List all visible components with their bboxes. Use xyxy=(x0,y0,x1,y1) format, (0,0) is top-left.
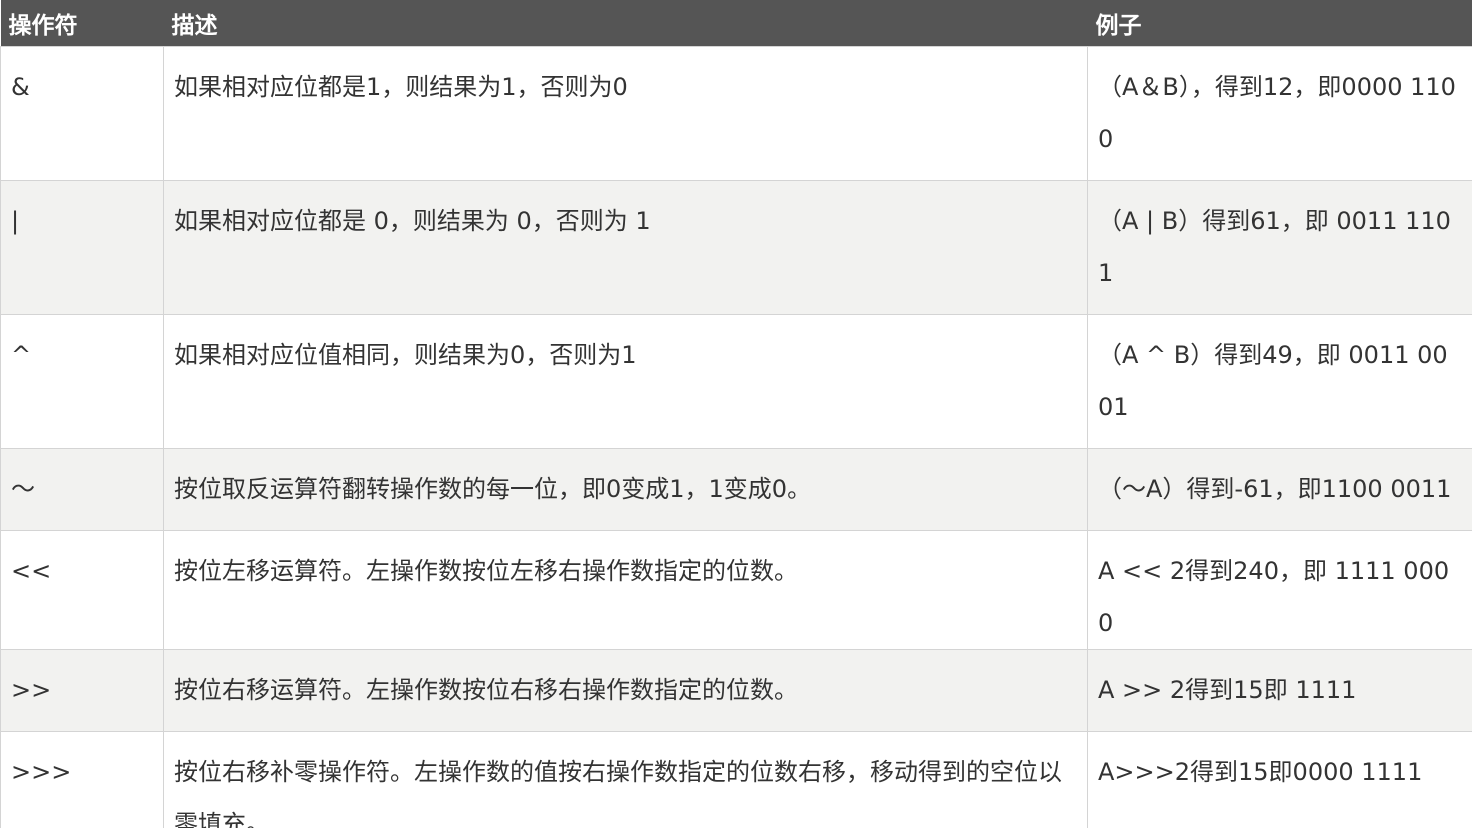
table-row: ^ 如果相对应位值相同，则结果为0，否则为1 （A ^ B）得到49，即 001… xyxy=(0,313,1472,449)
example-cell: （A＆B），得到12，即0000 1100 xyxy=(1087,45,1472,181)
table-header: 操作符 描述 例子 xyxy=(0,0,1472,46)
description-cell: 如果相对应位都是 0，则结果为 0，否则为 1 xyxy=(163,179,1088,315)
example-cell: （A | B）得到61，即 0011 1101 xyxy=(1087,179,1472,315)
operator-cell: & xyxy=(0,45,164,181)
header-operator: 操作符 xyxy=(8,12,78,39)
bitwise-operators-table: 操作符 描述 例子 & 如果相对应位都是1，则结果为1，否则为0 （A＆B），得… xyxy=(0,0,1472,828)
description-cell: 按位右移运算符。左操作数按位右移右操作数指定的位数。 xyxy=(163,648,1088,732)
example-cell: A << 2得到240，即 1111 0000 xyxy=(1087,529,1472,650)
table-row: >> 按位右移运算符。左操作数按位右移右操作数指定的位数。 A >> 2得到15… xyxy=(0,648,1472,732)
operator-cell: << xyxy=(0,529,164,650)
table-row: & 如果相对应位都是1，则结果为1，否则为0 （A＆B），得到12，即0000 … xyxy=(0,45,1472,181)
header-description: 描述 xyxy=(171,12,218,39)
table-row: 〜 按位取反运算符翻转操作数的每一位，即0变成1，1变成0。 （〜A）得到-61… xyxy=(0,447,1472,531)
operator-cell: | xyxy=(0,179,164,315)
example-cell: （A ^ B）得到49，即 0011 0001 xyxy=(1087,313,1472,449)
operator-cell: 〜 xyxy=(0,447,164,531)
description-cell: 如果相对应位都是1，则结果为1，否则为0 xyxy=(163,45,1088,181)
operator-cell: >>> xyxy=(0,730,164,828)
example-cell: A>>>2得到15即0000 1111 xyxy=(1087,730,1472,828)
example-cell: （〜A）得到-61，即1100 0011 xyxy=(1087,447,1472,531)
description-cell: 按位取反运算符翻转操作数的每一位，即0变成1，1变成0。 xyxy=(163,447,1088,531)
description-cell: 按位左移运算符。左操作数按位左移右操作数指定的位数。 xyxy=(163,529,1088,650)
description-cell: 如果相对应位值相同，则结果为0，否则为1 xyxy=(163,313,1088,449)
description-cell: 按位右移补零操作符。左操作数的值按右操作数指定的位数右移，移动得到的空位以零填充… xyxy=(163,730,1088,828)
operator-cell: >> xyxy=(0,648,164,732)
table-row: >>> 按位右移补零操作符。左操作数的值按右操作数指定的位数右移，移动得到的空位… xyxy=(0,730,1472,828)
table-row: | 如果相对应位都是 0，则结果为 0，否则为 1 （A | B）得到61，即 … xyxy=(0,179,1472,315)
header-row: 操作符 描述 例子 xyxy=(0,0,1472,46)
example-cell: A >> 2得到15即 1111 xyxy=(1087,648,1472,732)
table-row: << 按位左移运算符。左操作数按位左移右操作数指定的位数。 A << 2得到24… xyxy=(0,529,1472,650)
table-body: & 如果相对应位都是1，则结果为1，否则为0 （A＆B），得到12，即0000 … xyxy=(0,45,1472,828)
header-example: 例子 xyxy=(1095,12,1142,39)
operator-cell: ^ xyxy=(0,313,164,449)
